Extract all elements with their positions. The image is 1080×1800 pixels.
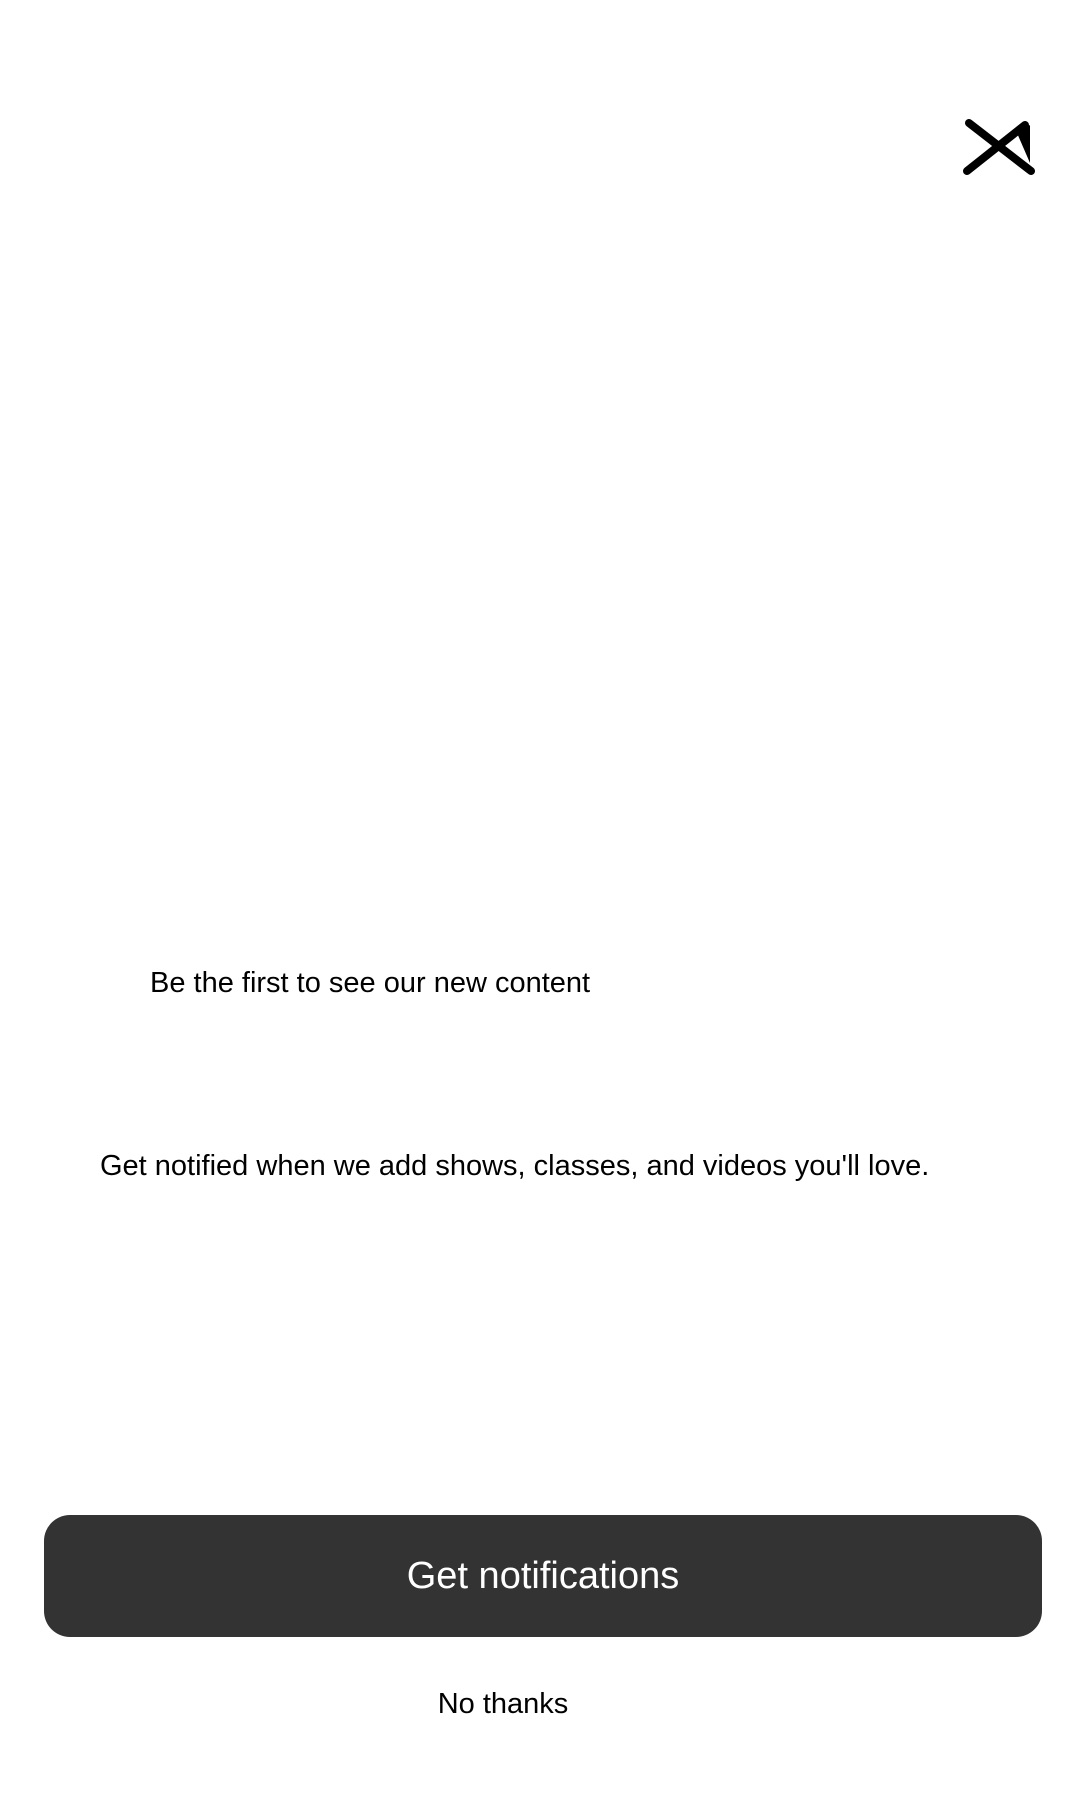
close-icon — [963, 119, 1035, 175]
no-thanks-button[interactable]: No thanks — [340, 1682, 666, 1726]
dialog-headline: Be the first to see our new content — [150, 967, 591, 999]
close-button[interactable] — [955, 115, 1035, 183]
get-notifications-button[interactable]: Get notifications — [44, 1515, 1042, 1637]
dialog-subtext: Get notified when we add shows, classes,… — [100, 1150, 930, 1182]
